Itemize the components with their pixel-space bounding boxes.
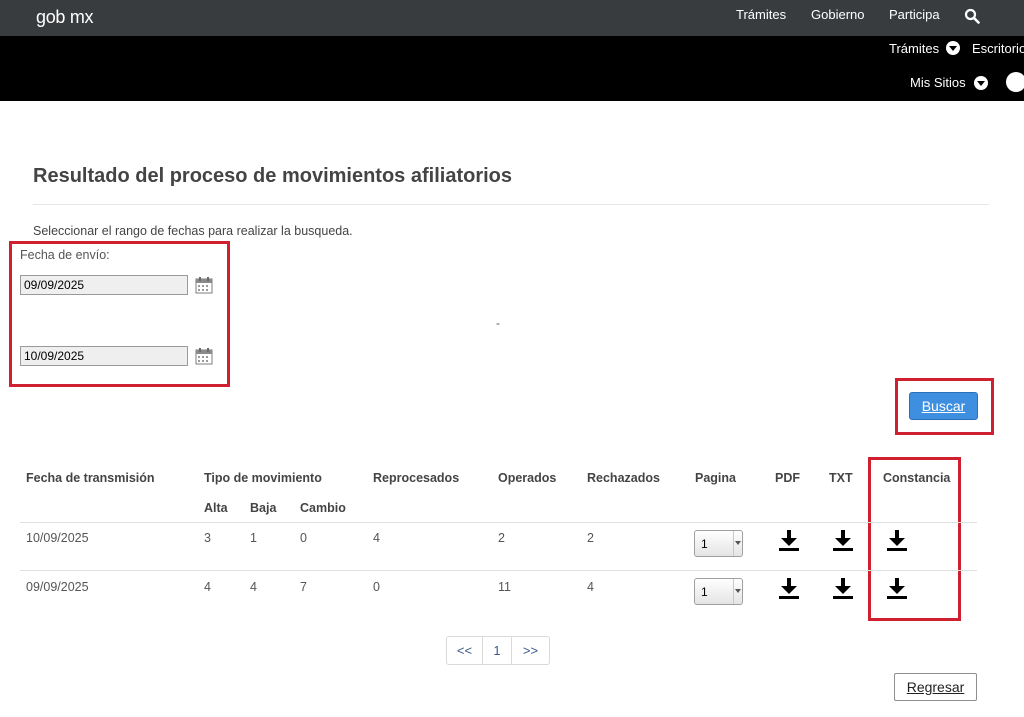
- table-divider: [20, 570, 977, 571]
- calendar-icon[interactable]: [195, 276, 213, 294]
- pagination-prev[interactable]: <<: [447, 637, 483, 664]
- cell-rechazados: 4: [587, 580, 594, 594]
- header-fecha-transmision: Fecha de transmisión: [26, 471, 155, 485]
- toggle-switch[interactable]: [1006, 72, 1024, 92]
- gobmx-logo[interactable]: gob mx: [36, 7, 94, 28]
- download-constancia-icon[interactable]: [885, 576, 909, 600]
- download-constancia-icon[interactable]: [885, 528, 909, 552]
- download-txt-icon[interactable]: [831, 576, 855, 600]
- range-separator: -: [496, 316, 500, 330]
- chevron-down-icon[interactable]: [946, 41, 960, 55]
- download-pdf-icon[interactable]: [777, 528, 801, 552]
- page-select[interactable]: 1: [694, 530, 743, 557]
- header-operados: Operados: [498, 471, 557, 485]
- date-label: Fecha de envío:: [20, 248, 110, 262]
- calendar-icon[interactable]: [195, 347, 213, 365]
- page-title: Resultado del proceso de movimientos afi…: [33, 165, 512, 187]
- download-pdf-icon[interactable]: [777, 576, 801, 600]
- instruction-text: Seleccionar el rango de fechas para real…: [33, 224, 353, 238]
- download-txt-icon[interactable]: [831, 528, 855, 552]
- cell-cambio: 0: [300, 531, 307, 545]
- search-icon[interactable]: [964, 8, 980, 24]
- pagination-page-1[interactable]: 1: [483, 637, 512, 664]
- cell-cambio: 7: [300, 580, 307, 594]
- nav-participa-link[interactable]: Participa: [889, 7, 940, 22]
- page-select-value: 1: [701, 537, 708, 551]
- subheader-alta: Alta: [204, 501, 228, 515]
- subheader-baja: Baja: [250, 501, 277, 515]
- cell-operados: 2: [498, 531, 505, 545]
- date-from-input[interactable]: [20, 275, 188, 295]
- subheader-cambio: Cambio: [300, 501, 346, 515]
- cell-alta: 3: [204, 531, 211, 545]
- date-to-input[interactable]: [20, 346, 188, 366]
- cell-operados: 11: [498, 580, 511, 594]
- header-pdf: PDF: [775, 471, 800, 485]
- header-txt: TXT: [829, 471, 853, 485]
- table-divider: [20, 522, 977, 523]
- page-select[interactable]: 1: [694, 578, 743, 605]
- secondary-navbar: Trámites Escritorio Mis Sitios: [0, 36, 1024, 101]
- cell-reprocesados: 4: [373, 531, 380, 545]
- nav-tramites-link[interactable]: Trámites: [736, 7, 786, 22]
- header-rechazados: Rechazados: [587, 471, 660, 485]
- header-pagina: Pagina: [695, 471, 736, 485]
- header-constancia: Constancia: [883, 471, 951, 485]
- cell-fecha: 09/09/2025: [26, 580, 89, 594]
- cell-alta: 4: [204, 580, 211, 594]
- subnav-tramites-menu[interactable]: Trámites: [889, 41, 939, 56]
- back-button[interactable]: Regresar: [894, 673, 977, 701]
- cell-fecha: 10/09/2025: [26, 531, 89, 545]
- cell-reprocesados: 0: [373, 580, 380, 594]
- cell-baja: 1: [250, 531, 257, 545]
- cell-rechazados: 2: [587, 531, 594, 545]
- search-button[interactable]: Buscar: [909, 392, 978, 420]
- title-divider: [33, 204, 989, 205]
- page-select-value: 1: [701, 585, 708, 599]
- nav-gobierno-link[interactable]: Gobierno: [811, 7, 864, 22]
- top-navbar: gob mx Trámites Gobierno Participa: [0, 0, 1024, 36]
- header-reprocesados: Reprocesados: [373, 471, 460, 485]
- pagination: << 1 >>: [446, 636, 550, 665]
- subnav-mis-sitios-menu[interactable]: Mis Sitios: [910, 75, 966, 90]
- cell-baja: 4: [250, 580, 257, 594]
- subnav-escritorio-menu[interactable]: Escritorio: [972, 41, 1024, 56]
- header-tipo-movimiento: Tipo de movimiento: [204, 471, 322, 485]
- pagination-next[interactable]: >>: [512, 637, 549, 664]
- chevron-down-icon[interactable]: [974, 76, 988, 90]
